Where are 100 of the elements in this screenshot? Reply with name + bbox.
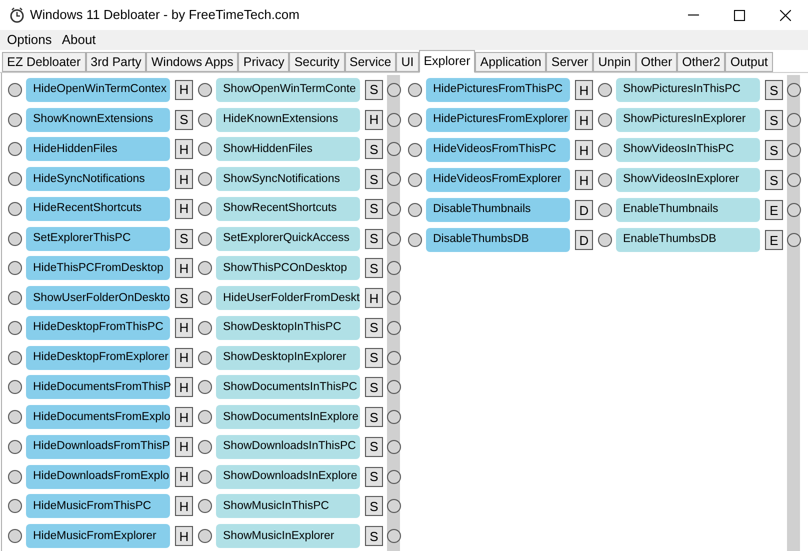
menu-item[interactable]: Options: [2, 30, 57, 50]
radio-button[interactable]: [8, 142, 22, 156]
radio-button[interactable]: [198, 380, 212, 394]
letter-button[interactable]: H: [175, 318, 193, 338]
radio-button[interactable]: [198, 261, 212, 276]
letter-button[interactable]: S: [365, 228, 383, 249]
action-button[interactable]: ShowRecentShortcuts: [216, 196, 360, 221]
action-button[interactable]: DisableThumbnails: [426, 198, 570, 222]
action-button[interactable]: HideDesktopFromThisPC: [26, 316, 170, 340]
letter-button[interactable]: S: [365, 139, 383, 160]
radio-button[interactable]: [387, 470, 401, 484]
radio-button[interactable]: [8, 470, 22, 484]
action-button[interactable]: EnableThumbsDB: [616, 228, 760, 252]
radio-button[interactable]: [408, 83, 422, 97]
tab[interactable]: Privacy: [238, 52, 290, 72]
radio-button[interactable]: [198, 172, 212, 186]
action-button[interactable]: ShowOpenWinTermConte: [216, 78, 360, 102]
radio-button[interactable]: [387, 380, 401, 394]
tab[interactable]: Explorer: [418, 50, 476, 73]
radio-button[interactable]: [387, 172, 401, 186]
radio-button[interactable]: [408, 173, 422, 187]
letter-button[interactable]: S: [175, 110, 193, 130]
letter-button[interactable]: H: [175, 407, 193, 428]
radio-button[interactable]: [8, 320, 22, 335]
tab[interactable]: Application: [475, 52, 546, 72]
radio-button[interactable]: [787, 143, 801, 157]
radio-button[interactable]: [198, 291, 212, 306]
action-button[interactable]: EnableThumbnails: [616, 198, 760, 222]
action-button[interactable]: ShowDownloadsInExplore: [216, 464, 360, 489]
radio-button[interactable]: [387, 291, 401, 306]
letter-button[interactable]: S: [365, 526, 383, 546]
tab[interactable]: Security: [289, 52, 344, 72]
radio-button[interactable]: [408, 143, 422, 157]
radio-button[interactable]: [198, 440, 212, 454]
letter-button[interactable]: S: [765, 110, 783, 130]
radio-button[interactable]: [8, 499, 22, 514]
letter-button[interactable]: S: [765, 80, 783, 100]
letter-button[interactable]: S: [365, 407, 383, 428]
radio-button[interactable]: [408, 233, 422, 247]
letter-button[interactable]: S: [175, 228, 193, 249]
action-button[interactable]: ShowPicturesInThisPC: [616, 78, 760, 102]
tab[interactable]: Service: [344, 52, 396, 72]
radio-button[interactable]: [387, 232, 401, 246]
radio-button[interactable]: [387, 440, 401, 454]
letter-button[interactable]: H: [175, 436, 193, 457]
action-button[interactable]: HideDesktopFromExplorer: [26, 346, 170, 370]
radio-button[interactable]: [787, 173, 801, 187]
action-button[interactable]: ShowThisPCOnDesktop: [216, 256, 360, 280]
radio-button[interactable]: [787, 203, 801, 217]
letter-button[interactable]: H: [575, 140, 593, 160]
action-button[interactable]: HideThisPCFromDesktop: [26, 256, 170, 280]
tab[interactable]: EZ Debloater: [2, 52, 86, 72]
letter-button[interactable]: D: [575, 200, 593, 220]
letter-button[interactable]: S: [365, 318, 383, 338]
tab[interactable]: Windows Apps: [146, 52, 238, 72]
action-button[interactable]: HidePicturesFromThisPC: [426, 78, 570, 102]
tab[interactable]: Unpin: [593, 52, 636, 72]
action-button[interactable]: ShowMusicInExplorer: [216, 524, 360, 548]
radio-button[interactable]: [387, 529, 401, 544]
action-button[interactable]: SetExplorerQuickAccess: [216, 226, 360, 251]
action-button[interactable]: HideRecentShortcuts: [26, 196, 170, 221]
action-button[interactable]: HideOpenWinTermContex: [26, 78, 170, 102]
letter-button[interactable]: S: [365, 258, 383, 278]
radio-button[interactable]: [8, 291, 22, 306]
radio-button[interactable]: [198, 350, 212, 365]
action-button[interactable]: HideVideosFromThisPC: [426, 138, 570, 162]
radio-button[interactable]: [598, 143, 612, 157]
letter-button[interactable]: H: [175, 80, 193, 100]
letter-button[interactable]: H: [175, 496, 193, 516]
radio-button[interactable]: [8, 380, 22, 394]
letter-button[interactable]: H: [175, 377, 193, 398]
action-button[interactable]: HideUserFolderFromDeskt: [216, 286, 360, 310]
letter-button[interactable]: S: [365, 348, 383, 368]
radio-button[interactable]: [198, 202, 212, 216]
action-button[interactable]: HideVideosFromExplorer: [426, 168, 570, 192]
letter-button[interactable]: S: [765, 170, 783, 190]
action-button[interactable]: ShowDocumentsInExplore: [216, 405, 360, 430]
action-button[interactable]: ShowSyncNotifications: [216, 167, 360, 192]
letter-button[interactable]: S: [365, 198, 383, 219]
action-button[interactable]: ShowDesktopInExplorer: [216, 346, 360, 370]
action-button[interactable]: ShowDesktopInThisPC: [216, 316, 360, 340]
action-button[interactable]: HidePicturesFromExplorer: [426, 108, 570, 132]
radio-button[interactable]: [787, 113, 801, 127]
letter-button[interactable]: S: [365, 80, 383, 100]
action-button[interactable]: HideHiddenFiles: [26, 137, 170, 162]
radio-button[interactable]: [8, 82, 22, 97]
letter-button[interactable]: H: [175, 169, 193, 190]
action-button[interactable]: ShowPicturesInExplorer: [616, 108, 760, 132]
radio-button[interactable]: [387, 112, 401, 127]
radio-button[interactable]: [8, 350, 22, 365]
action-button[interactable]: ShowUserFolderOnDeskto: [26, 286, 170, 310]
action-button[interactable]: HideDocumentsFromThisP: [26, 375, 170, 400]
radio-button[interactable]: [8, 410, 22, 424]
action-button[interactable]: HideSyncNotifications: [26, 167, 170, 192]
radio-button[interactable]: [408, 113, 422, 127]
action-button[interactable]: SetExplorerThisPC: [26, 226, 170, 251]
action-button[interactable]: HideMusicFromThisPC: [26, 494, 170, 518]
letter-button[interactable]: H: [175, 466, 193, 487]
letter-button[interactable]: S: [365, 169, 383, 190]
action-button[interactable]: ShowMusicInThisPC: [216, 494, 360, 518]
